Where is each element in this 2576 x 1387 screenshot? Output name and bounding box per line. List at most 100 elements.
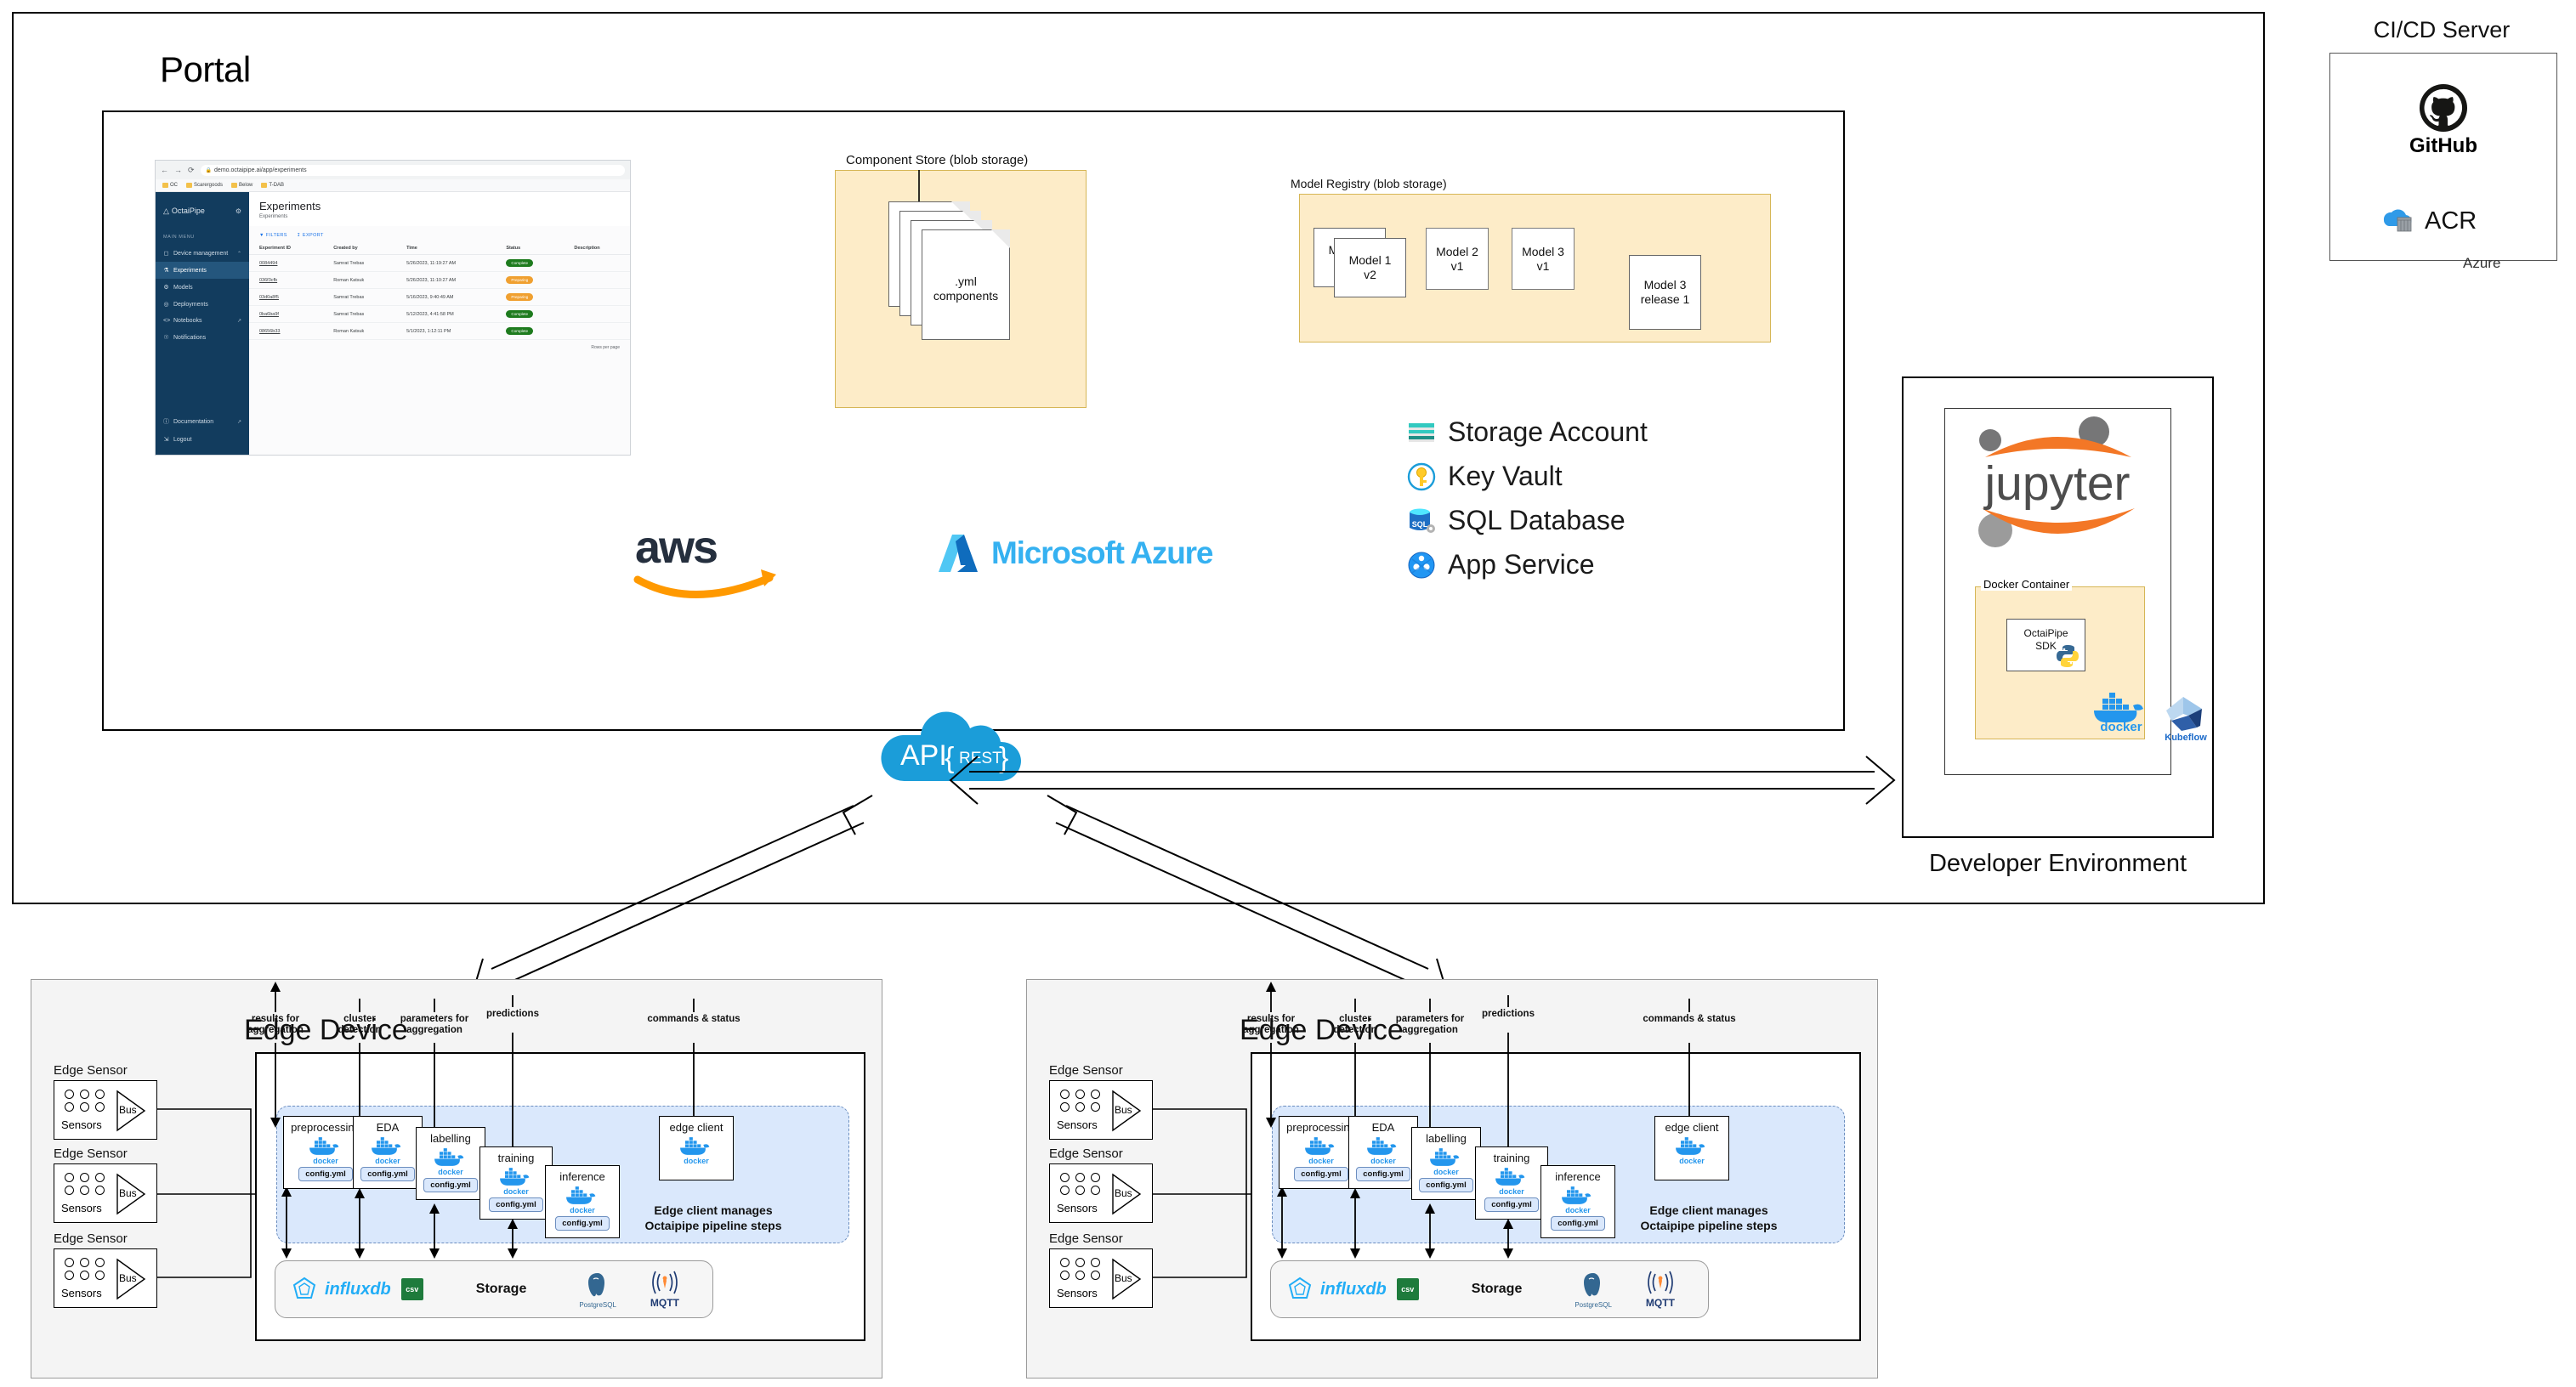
experiment-id-link[interactable]: 0084494	[249, 254, 324, 272]
csv-icon: csv	[400, 1278, 423, 1300]
sidebar-item-device-management[interactable]: ◻ Device management ⌃	[156, 245, 249, 262]
sidebar-item-notifications[interactable]: ☉ Notifications	[156, 329, 249, 346]
config-chip: config.yml	[1294, 1167, 1348, 1181]
status-badge: Complete	[506, 259, 534, 267]
storage-label: Storage	[475, 1282, 527, 1296]
stage-name: training	[1493, 1152, 1530, 1164]
docker-icon	[1562, 1186, 1592, 1204]
edge-client-name: edge client	[1665, 1121, 1719, 1134]
experiment-id-link[interactable]: 08656b33	[249, 322, 324, 340]
developer-environment-caption: Developer Environment	[1928, 850, 2187, 877]
influxdb-wordmark: influxdb	[1320, 1279, 1387, 1299]
status-badge: Preparing	[506, 293, 534, 301]
created-by-cell: Samrat Trebas	[323, 288, 397, 306]
time-cell: 5/1/2023, 1:12:11 PM	[396, 322, 496, 340]
folder-icon	[186, 183, 192, 188]
docker-wordmark: docker	[438, 1168, 463, 1176]
stage-name: inference	[559, 1170, 605, 1183]
export-button[interactable]: ↧ EXPORT	[297, 233, 324, 238]
stage-name: training	[497, 1152, 535, 1164]
rest-label: REST	[959, 750, 1002, 767]
model-icon: ⚙	[163, 285, 169, 291]
experiments-table: Experiment ID Created by Time Status Des…	[249, 242, 630, 340]
column-header: Created by	[323, 242, 397, 255]
description-cell	[564, 254, 630, 272]
filter-icon: ▼	[259, 233, 264, 238]
service-label: SQL Database	[1448, 505, 1626, 535]
reload-icon[interactable]: ⟳	[188, 166, 196, 175]
service-label: Storage Account	[1448, 416, 1648, 447]
gear-icon[interactable]: ⚙	[235, 207, 241, 215]
docker-logo: docker	[2094, 693, 2143, 734]
octaipipe-sdk-box: OctaiPipe SDK	[2006, 619, 2085, 671]
stage-eda: EDA docker config.yml	[353, 1116, 423, 1189]
filters-button[interactable]: ▼ FILTERS	[259, 233, 287, 238]
experiment-id-link[interactable]: 0ba6ba9f	[249, 305, 324, 323]
docker-icon	[680, 1137, 710, 1155]
sidebar-item-logout[interactable]: ⇲ Logout	[156, 431, 249, 448]
created-by-cell: Roman Katsuk	[323, 271, 397, 289]
sdk-line1: OctaiPipe	[2023, 627, 2068, 639]
key-vault-icon	[1407, 462, 1436, 490]
sidebar-item-experiments[interactable]: ⚗ Experiments	[156, 262, 249, 279]
brace-open: {	[945, 742, 954, 774]
table-header-row: Experiment ID Created by Time Status Des…	[249, 242, 630, 255]
bookmark-item[interactable]: OC	[162, 183, 178, 188]
table-row[interactable]: 03d0a8f5 Samrat Trebas 5/16/2023, 9:40:4…	[249, 288, 630, 306]
status-badge: Preparing	[506, 276, 534, 284]
back-icon[interactable]: ←	[161, 166, 169, 174]
sidebar-item-notebooks[interactable]: <> Notebooks ↗	[156, 313, 249, 329]
table-row[interactable]: 0084494 Samrat Trebas 5/26/2023, 11:19:2…	[249, 254, 630, 272]
postgresql-wordmark: PostgreSQL	[579, 1300, 616, 1309]
api-label: API	[900, 739, 947, 772]
stage-name: EDA	[1371, 1121, 1395, 1134]
table-row[interactable]: 0ba6ba9f Samrat Trebas 5/12/2023, 4:41:5…	[249, 305, 630, 323]
storage-label: Storage	[1471, 1282, 1523, 1296]
sidebar-item-deployments[interactable]: ◎ Deployments	[156, 296, 249, 313]
service-storage-account: Storage Account	[1407, 416, 1648, 448]
status-badge: Complete	[506, 327, 534, 335]
yml-document-front: .yml components	[922, 229, 1010, 340]
docker-wordmark: docker	[2100, 720, 2142, 734]
config-chip: config.yml	[360, 1167, 415, 1181]
brand: △ OctaiPipe ⚙	[156, 201, 249, 221]
docker-icon	[1676, 1137, 1705, 1155]
browser-toolbar: ← → ⟳ 🔒 demo.octaipipe.ai/app/experiment…	[156, 161, 630, 179]
folder-icon	[231, 183, 238, 188]
postgresql-icon	[1584, 1272, 1601, 1296]
table-row[interactable]: 036f3cfb Roman Katsuk 5/26/2023, 11:10:2…	[249, 271, 630, 289]
storage-bar: influxdb csv Storage PostgreSQL MQTT	[275, 1260, 713, 1318]
stage-name: EDA	[376, 1121, 400, 1134]
created-by-cell: Samrat Trebas	[323, 254, 397, 272]
download-icon: ↧	[296, 233, 301, 238]
kubeflow-wordmark: Kubeflow	[2165, 733, 2207, 743]
docker-wordmark: docker	[1565, 1206, 1591, 1214]
bookmark-item[interactable]: Scarergoods	[186, 183, 223, 188]
column-header: Experiment ID	[249, 242, 324, 255]
svg-text:SQL: SQL	[1412, 520, 1428, 529]
breadcrumb: Experiments	[259, 214, 288, 219]
table-row[interactable]: 08656b33 Roman Katsuk 5/1/2023, 1:12:11 …	[249, 322, 630, 340]
sidebar-item-models[interactable]: ⚙ Models	[156, 279, 249, 296]
bookmark-item[interactable]: T-DAB	[261, 183, 284, 188]
docker-wordmark: docker	[503, 1187, 529, 1196]
docker-wordmark: docker	[1433, 1168, 1459, 1176]
experiment-id-link[interactable]: 036f3cfb	[249, 271, 324, 289]
acr-row: ACR	[2379, 207, 2477, 235]
mqtt-logo: MQTT	[1646, 1271, 1675, 1309]
portal-browser-screenshot[interactable]: ← → ⟳ 🔒 demo.octaipipe.ai/app/experiment…	[155, 160, 631, 456]
external-link-icon: ↗	[236, 319, 241, 324]
bookmark-item[interactable]: Below	[231, 183, 252, 188]
docker-icon	[372, 1137, 401, 1155]
mqtt-wordmark: MQTT	[1645, 1296, 1675, 1309]
rows-per-page-label: Rows per page	[591, 345, 620, 350]
docker-icon	[1367, 1137, 1397, 1155]
github-icon	[2420, 84, 2467, 132]
sidebar-item-documentation[interactable]: ⓘ Documentation ↗	[156, 412, 249, 431]
forward-icon[interactable]: →	[174, 166, 183, 174]
sql-database-icon: SQL	[1410, 508, 1435, 533]
brand-label: OctaiPipe	[171, 207, 205, 215]
address-bar[interactable]: 🔒 demo.octaipipe.ai/app/experiments	[200, 164, 625, 176]
service-sql-database: SQL SQL Database	[1407, 505, 1648, 536]
experiment-id-link[interactable]: 03d0a8f5	[249, 288, 324, 306]
